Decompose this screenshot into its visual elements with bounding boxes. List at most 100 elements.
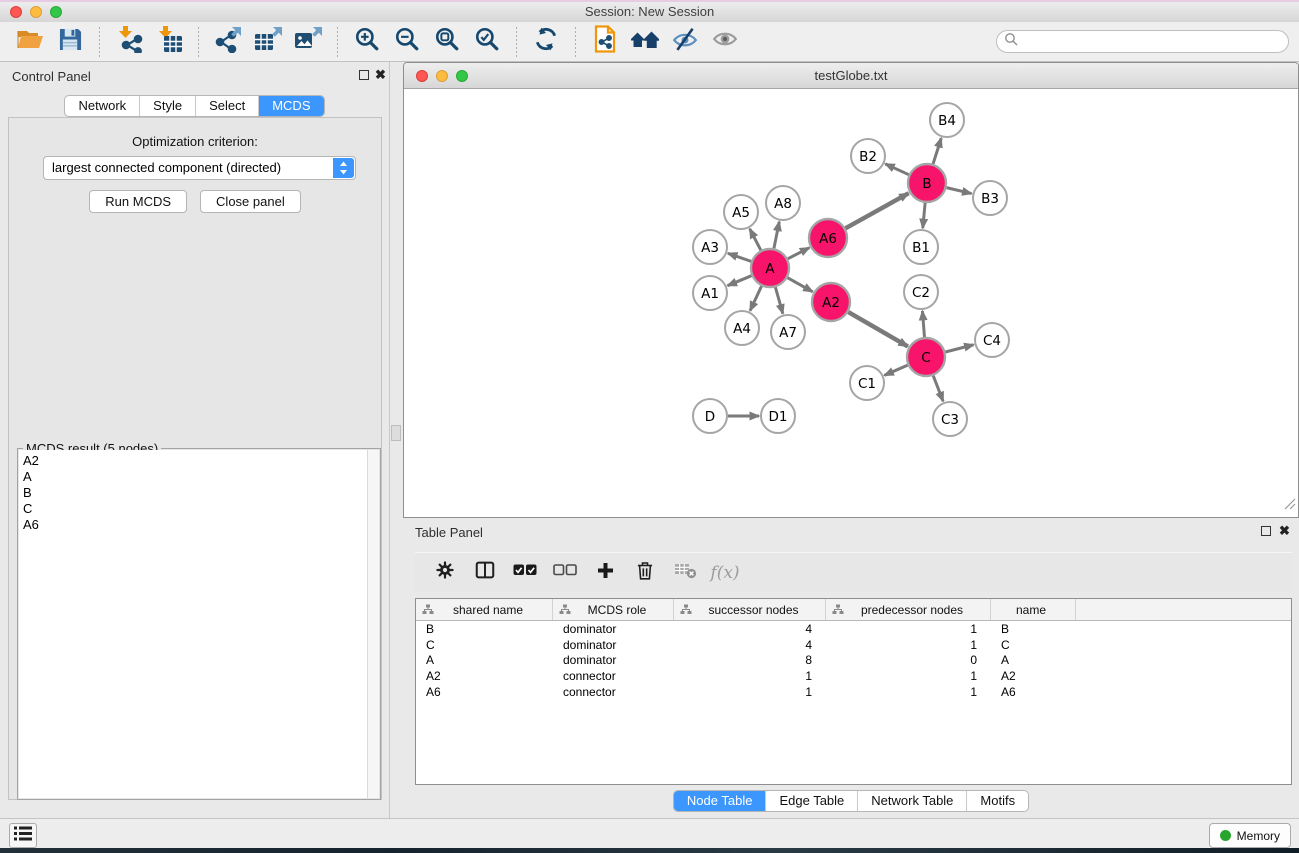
- open-session-button[interactable]: [13, 26, 47, 58]
- import-network-button[interactable]: [112, 26, 146, 58]
- graph-edge-C-C4[interactable]: [945, 345, 973, 352]
- run-mcds-button[interactable]: Run MCDS: [89, 190, 187, 213]
- graph-node-C2[interactable]: C2: [904, 275, 938, 309]
- table-row[interactable]: Adominator80A: [416, 652, 1291, 668]
- export-table-button[interactable]: [251, 26, 285, 58]
- mcds-result-item[interactable]: A2: [23, 453, 368, 469]
- network-overview-button[interactable]: [628, 26, 662, 58]
- delete-table-button[interactable]: [670, 558, 700, 588]
- graph-edge-C-C1[interactable]: [884, 365, 907, 375]
- graph-node-D1[interactable]: D1: [761, 399, 795, 433]
- graph-edge-A-A1[interactable]: [728, 276, 752, 286]
- tab-network[interactable]: Network: [65, 96, 140, 116]
- export-network-button[interactable]: [211, 26, 245, 58]
- graph-edge-C-C2[interactable]: [922, 311, 924, 337]
- network-from-selection-button[interactable]: [588, 26, 622, 58]
- import-table-button[interactable]: [152, 26, 186, 58]
- close-table-panel-icon[interactable]: ✖: [1279, 523, 1290, 539]
- graph-node-A8[interactable]: A8: [766, 186, 800, 220]
- close-panel-button[interactable]: Close panel: [200, 190, 301, 213]
- table-row[interactable]: Bdominator41B: [416, 621, 1291, 637]
- graph-node-B1[interactable]: B1: [904, 230, 938, 264]
- graph-node-D[interactable]: D: [693, 399, 727, 433]
- float-panel-icon[interactable]: [359, 70, 369, 80]
- column-header-name[interactable]: name: [991, 599, 1076, 620]
- graph-edge-B-B2[interactable]: [885, 164, 909, 175]
- hide-selected-button[interactable]: [668, 26, 702, 58]
- table-settings-button[interactable]: [430, 558, 460, 588]
- column-header-MCDS-role[interactable]: MCDS role: [553, 599, 674, 620]
- function-builder-button[interactable]: f(x): [710, 558, 740, 588]
- graph-edge-A-A6[interactable]: [788, 248, 810, 259]
- close-panel-icon[interactable]: ✖: [375, 67, 386, 83]
- table-row[interactable]: A2connector11A2: [416, 668, 1291, 684]
- graph-edge-A6-B[interactable]: [845, 193, 908, 228]
- save-session-button[interactable]: [53, 26, 87, 58]
- task-history-button[interactable]: [9, 823, 37, 848]
- panel-divider-grip[interactable]: [391, 425, 401, 441]
- mcds-result-item[interactable]: A: [23, 469, 368, 485]
- graph-edge-A-A4[interactable]: [750, 286, 762, 311]
- select-all-rows-button[interactable]: [510, 558, 540, 588]
- graph-node-A1[interactable]: A1: [693, 276, 727, 310]
- graph-node-A2[interactable]: A2: [812, 283, 850, 321]
- tab-motifs[interactable]: Motifs: [967, 791, 1028, 811]
- mcds-result-item[interactable]: A6: [23, 517, 368, 533]
- graph-node-C3[interactable]: C3: [933, 402, 967, 436]
- graph-node-C4[interactable]: C4: [975, 323, 1009, 357]
- column-visibility-button[interactable]: [470, 558, 500, 588]
- graph-edge-B-B1[interactable]: [923, 203, 925, 228]
- apply-layout-button[interactable]: [529, 26, 563, 58]
- tab-mcds[interactable]: MCDS: [259, 96, 323, 116]
- graph-node-A6[interactable]: A6: [809, 219, 847, 257]
- graph-edge-B-B3[interactable]: [946, 188, 971, 194]
- tab-network-table[interactable]: Network Table: [858, 791, 967, 811]
- graph-edge-A-A7[interactable]: [775, 287, 782, 313]
- graph-node-A[interactable]: A: [751, 249, 789, 287]
- graph-edge-A-A3[interactable]: [728, 253, 751, 261]
- graph-node-A7[interactable]: A7: [771, 315, 805, 349]
- graph-node-C[interactable]: C: [907, 338, 945, 376]
- tab-node-table[interactable]: Node Table: [674, 791, 767, 811]
- search-input[interactable]: [1022, 34, 1288, 50]
- graph-node-A3[interactable]: A3: [693, 230, 727, 264]
- mcds-result-item[interactable]: C: [23, 501, 368, 517]
- table-row[interactable]: A6connector11A6: [416, 684, 1291, 700]
- graph-node-B2[interactable]: B2: [851, 139, 885, 173]
- zoom-in-button[interactable]: [350, 26, 384, 58]
- deselect-all-rows-button[interactable]: [550, 558, 580, 588]
- column-header-predecessor-nodes[interactable]: predecessor nodes: [826, 599, 991, 620]
- add-column-button[interactable]: [590, 558, 620, 588]
- memory-button[interactable]: Memory: [1209, 823, 1291, 848]
- mcds-result-scrollbar[interactable]: [367, 450, 379, 798]
- graph-node-A4[interactable]: A4: [725, 311, 759, 345]
- network-canvas[interactable]: A A1 A2 A3 A4 A5 A6 A7 A8 B B1 B2 B3 B4 C C1 C2 C3 C4 D D1: [404, 89, 1298, 517]
- graph-node-B[interactable]: B: [908, 164, 946, 202]
- tab-select[interactable]: Select: [196, 96, 259, 116]
- column-header-shared-name[interactable]: shared name: [416, 599, 553, 620]
- show-all-button[interactable]: [708, 26, 742, 58]
- mcds-result-item[interactable]: B: [23, 485, 368, 501]
- network-window-titlebar[interactable]: testGlobe.txt: [404, 63, 1298, 89]
- graph-edge-C-C3[interactable]: [933, 376, 943, 402]
- graph-node-A5[interactable]: A5: [724, 195, 758, 229]
- zoom-fit-button[interactable]: [430, 26, 464, 58]
- main-titlebar[interactable]: Session: New Session: [0, 2, 1299, 23]
- graph-node-B3[interactable]: B3: [973, 181, 1007, 215]
- zoom-out-button[interactable]: [390, 26, 424, 58]
- float-table-panel-icon[interactable]: [1261, 526, 1271, 536]
- graph-edge-A-A2[interactable]: [787, 278, 812, 292]
- window-resize-grip[interactable]: [1284, 497, 1296, 515]
- tab-style[interactable]: Style: [140, 96, 196, 116]
- criterion-dropdown[interactable]: largest connected component (directed): [43, 156, 356, 180]
- graph-edge-B-B4[interactable]: [933, 138, 941, 164]
- graph-node-B4[interactable]: B4: [930, 103, 964, 137]
- table-row[interactable]: Cdominator41C: [416, 637, 1291, 653]
- graph-edge-A-A5[interactable]: [750, 229, 761, 250]
- tab-edge-table[interactable]: Edge Table: [766, 791, 858, 811]
- graph-edge-A2-C[interactable]: [848, 312, 908, 346]
- export-image-button[interactable]: [291, 26, 325, 58]
- zoom-selected-button[interactable]: [470, 26, 504, 58]
- graph-node-C1[interactable]: C1: [850, 366, 884, 400]
- column-header-successor-nodes[interactable]: successor nodes: [674, 599, 826, 620]
